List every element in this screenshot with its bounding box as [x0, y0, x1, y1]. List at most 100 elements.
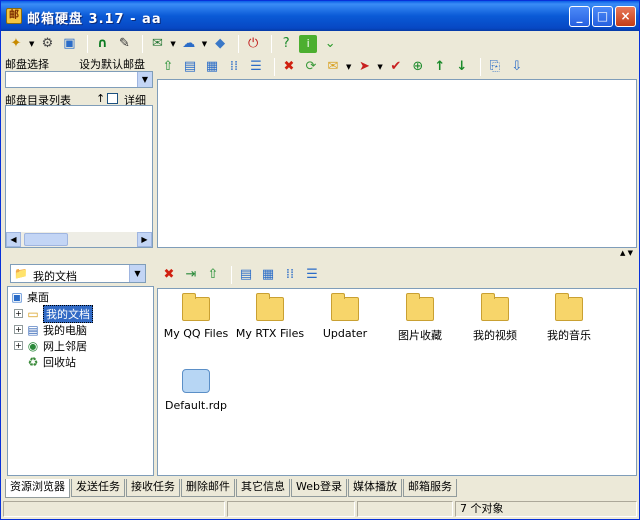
- mailbox-select[interactable]: ▼: [5, 71, 153, 88]
- folder-path-value: 我的文档: [33, 270, 77, 283]
- toolbar-separator: [479, 58, 481, 76]
- export-icon[interactable]: ⎘: [486, 58, 504, 76]
- detail-checkbox[interactable]: [107, 93, 118, 104]
- horseshoe-icon[interactable]: ∩: [93, 35, 111, 53]
- details-view-icon[interactable]: ☰: [303, 266, 321, 284]
- mark-icon[interactable]: ✔: [387, 58, 405, 76]
- folder-path-combo[interactable]: 📁 我的文档 ▼: [10, 264, 146, 283]
- pin-icon[interactable]: ✎: [115, 35, 133, 53]
- tree-node-network[interactable]: + ◉ 网上邻居: [14, 338, 87, 353]
- file-item[interactable]: Updater: [308, 293, 382, 340]
- sort-arrow-icon[interactable]: ↑: [96, 92, 105, 105]
- scroll-thumb[interactable]: [24, 233, 68, 246]
- small-icons-view-icon[interactable]: ▦: [259, 266, 277, 284]
- tree-node-recycle-bin[interactable]: ♻ 回收站: [26, 354, 76, 369]
- scroll-left-icon[interactable]: ◀: [6, 232, 21, 247]
- large-icons-view-icon[interactable]: ▤: [237, 266, 255, 284]
- dropdown-arrow-icon[interactable]: ▼: [346, 63, 351, 71]
- help-icon[interactable]: ?: [277, 35, 295, 53]
- toolbar-separator: [231, 266, 232, 284]
- large-icons-view-icon[interactable]: ▤: [181, 58, 199, 76]
- close-button[interactable]: ×: [615, 6, 636, 27]
- set-default-mailbox-link[interactable]: 设为默认邮盘: [79, 56, 145, 72]
- import-icon[interactable]: ⇩: [508, 58, 526, 76]
- file-name: My QQ Files: [163, 327, 229, 340]
- details-view-icon[interactable]: ☰: [247, 58, 265, 76]
- tab-receive-tasks[interactable]: 接收任务: [126, 479, 180, 497]
- toolbar-separator: [271, 35, 273, 53]
- envelope-icon[interactable]: ✉: [324, 58, 342, 76]
- minimize-button[interactable]: _: [569, 6, 590, 27]
- folder-tree[interactable]: ▣ 桌面 + ▭ 我的文档 + ▤ 我的电脑 + ◉ 网上邻居 ♻ 回收站: [7, 286, 154, 476]
- toolbar-separator: [87, 35, 89, 53]
- up-folder-icon[interactable]: ⇧: [204, 266, 222, 284]
- file-name: 我的视频: [473, 329, 517, 342]
- info-icon[interactable]: i: [299, 35, 318, 53]
- wand-icon[interactable]: ✦: [7, 35, 25, 53]
- app-icon[interactable]: 邮: [6, 8, 22, 24]
- up-folder-icon[interactable]: ⇧: [159, 58, 177, 76]
- sync-icon[interactable]: ⟳: [302, 58, 320, 76]
- tree-node-desktop[interactable]: ▣ 桌面: [10, 289, 49, 304]
- tree-node-my-computer[interactable]: + ▤ 我的电脑: [14, 322, 87, 337]
- list-view-icon[interactable]: ⁞⁞: [225, 58, 243, 76]
- file-item[interactable]: My RTX Files: [233, 293, 307, 340]
- arrow-down-icon[interactable]: ↓: [453, 58, 471, 76]
- status-cell: [3, 501, 225, 517]
- chevron-down-icon[interactable]: ▼: [129, 265, 145, 282]
- file-item[interactable]: 我的视频: [458, 293, 532, 343]
- tree-node-label: 桌面: [27, 290, 49, 304]
- tab-explorer[interactable]: 资源浏览器: [5, 479, 70, 498]
- move-icon[interactable]: ⇥: [182, 266, 200, 284]
- desktop-icon: ▣: [11, 289, 23, 304]
- scroll-right-icon[interactable]: ▶: [137, 232, 152, 247]
- file-list-pane[interactable]: My QQ Files My RTX Files Updater 图片收藏 我的…: [157, 288, 637, 476]
- diamond-icon[interactable]: ◆: [211, 35, 229, 53]
- tree-node-label: 我的电脑: [43, 323, 87, 337]
- chevron-down-icon[interactable]: ⌄: [321, 35, 339, 53]
- main-toolbar: ✦ ▼ ⚙ ▣ ∩ ✎ ✉ ▼ ☁ ▼ ◆ ⏻ ? i ⌄: [7, 34, 343, 54]
- dropdown-arrow-icon[interactable]: ▼: [170, 40, 175, 48]
- tab-media-player[interactable]: 媒体播放: [347, 479, 402, 497]
- network-icon[interactable]: ☁: [180, 35, 198, 53]
- chevron-down-icon[interactable]: ▼: [137, 72, 152, 87]
- power-icon[interactable]: ⏻: [244, 35, 262, 53]
- picture-folder-icon: [406, 293, 434, 321]
- window-icon[interactable]: ▣: [60, 35, 78, 53]
- forward-icon[interactable]: ➤: [355, 58, 373, 76]
- maximize-button[interactable]: □: [592, 6, 613, 27]
- file-item[interactable]: 图片收藏: [383, 293, 457, 343]
- tree-node-my-documents[interactable]: + ▭ 我的文档: [14, 304, 93, 323]
- file-name: Updater: [322, 327, 368, 340]
- tab-other-info[interactable]: 其它信息: [236, 479, 290, 497]
- mail-check-icon[interactable]: ✉: [148, 35, 166, 53]
- mailbox-dir-list[interactable]: ◀ ▶: [5, 105, 153, 248]
- dropdown-arrow-icon[interactable]: ▼: [202, 40, 207, 48]
- small-icons-view-icon[interactable]: ▦: [203, 58, 221, 76]
- expand-icon[interactable]: +: [14, 309, 23, 318]
- file-item[interactable]: Default.rdp: [159, 369, 233, 412]
- tab-mail-service[interactable]: 邮箱服务: [402, 479, 457, 497]
- dropdown-arrow-icon[interactable]: ▼: [377, 63, 382, 71]
- mail-toolbar: ⇧ ▤ ▦ ⁞⁞ ☰ ✖ ⟳ ✉ ▼ ➤ ▼ ✔ ⊕ ↑ ↓ ⎘ ⇩: [159, 57, 530, 77]
- gear-icon[interactable]: ⚙: [38, 35, 56, 53]
- title-bar[interactable]: 邮 邮箱硬盘 3.17 - aa _ □ ×: [1, 1, 639, 31]
- expand-icon[interactable]: +: [14, 341, 23, 350]
- add-icon[interactable]: ⊕: [409, 58, 427, 76]
- file-item[interactable]: 我的音乐: [532, 293, 606, 343]
- tab-deleted-mail[interactable]: 删除邮件: [181, 479, 235, 497]
- file-name: 我的音乐: [547, 329, 591, 342]
- toolbar-separator: [274, 58, 275, 76]
- mail-list-pane[interactable]: [157, 79, 637, 248]
- splitter-arrows-icon[interactable]: ▲ ▼: [620, 249, 633, 257]
- tab-send-tasks[interactable]: 发送任务: [71, 479, 125, 497]
- delete-mail-icon[interactable]: ✖: [280, 58, 298, 76]
- dropdown-arrow-icon[interactable]: ▼: [29, 40, 34, 48]
- expand-icon[interactable]: +: [14, 325, 23, 334]
- file-item[interactable]: My QQ Files: [159, 293, 233, 340]
- delete-icon[interactable]: ✖: [160, 266, 178, 284]
- horizontal-scrollbar[interactable]: ◀ ▶: [6, 232, 152, 247]
- tab-web-login[interactable]: Web登录: [291, 479, 347, 497]
- list-view-icon[interactable]: ⁞⁞: [281, 266, 299, 284]
- arrow-up-icon[interactable]: ↑: [431, 58, 449, 76]
